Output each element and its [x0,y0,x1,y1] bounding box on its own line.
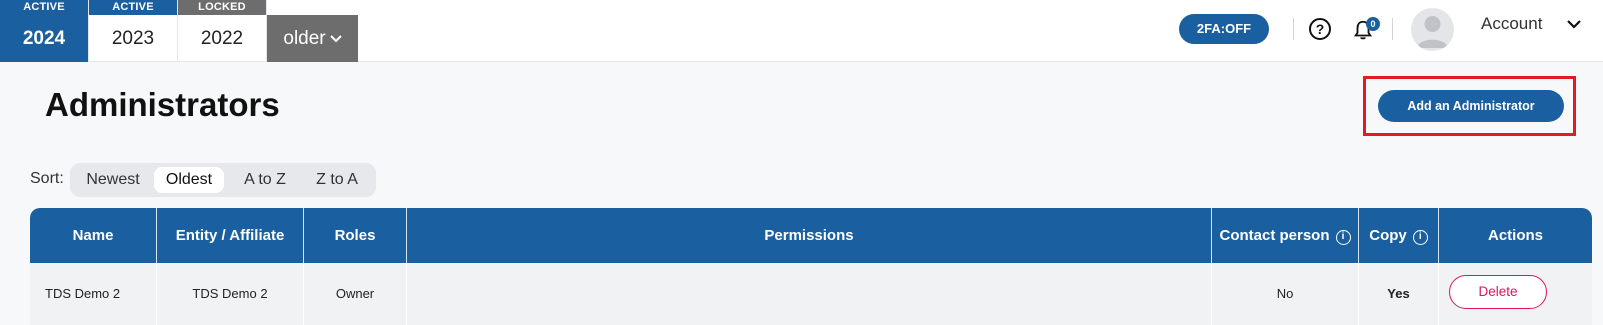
account-menu-label[interactable]: Account [1481,14,1542,34]
column-header-name: Name [30,208,157,263]
sort-a-to-z[interactable]: A to Z [230,167,300,193]
sort-newest[interactable]: Newest [74,167,152,193]
year-status: ACTIVE [0,0,88,15]
year-label: 2023 [111,28,155,49]
twofa-status-button[interactable]: 2FA:OFF [1179,14,1269,44]
year-label: 2022 [200,28,244,49]
table-header: Name Entity / Affiliate Roles Permission… [30,208,1592,263]
sort-oldest[interactable]: Oldest [154,167,224,193]
cell-name: TDS Demo 2 [30,263,157,325]
column-header-permissions: Permissions [407,208,1212,263]
sort-z-to-a[interactable]: Z to A [302,167,372,193]
question-circle-icon[interactable]: ? [1309,18,1331,40]
column-header-roles: Roles [304,208,407,263]
chevron-down-icon[interactable] [1567,16,1581,34]
info-icon[interactable]: i [1412,230,1428,245]
divider [1392,18,1393,40]
notifications-button[interactable]: 0 [1352,15,1382,43]
year-status: LOCKED [178,0,266,15]
cell-entity: TDS Demo 2 [157,263,304,325]
cell-permissions [407,263,1212,325]
column-header-copy: Copy i [1359,208,1439,263]
column-header-entity: Entity / Affiliate [157,208,304,263]
sort-label: Sort: [30,170,64,187]
cell-role: Owner [304,263,407,325]
table-row: TDS Demo 2 TDS Demo 2 Owner No Yes [30,263,1592,325]
page-title: Administrators [45,86,280,123]
divider [1293,18,1294,40]
year-tab-2023[interactable]: ACTIVE 2023 [89,0,178,62]
top-bar: ACTIVE 2024 ACTIVE 2023 LOCKED 2022 olde… [0,0,1603,62]
year-status: ACTIVE [89,0,177,15]
cell-contact-person: No [1212,263,1359,325]
administrators-table: Name Entity / Affiliate Roles Permission… [30,208,1592,325]
delete-button[interactable]: Delete [1449,275,1547,309]
cell-copy: Yes [1359,263,1439,325]
older-label: older [283,28,326,49]
info-icon[interactable]: i [1335,230,1351,245]
year-tab-2022[interactable]: LOCKED 2022 [178,0,267,62]
sort-options: Newest Oldest A to Z Z to A [70,163,376,197]
notification-count-badge: 0 [1366,17,1380,31]
year-tab-2024[interactable]: ACTIVE 2024 [0,0,89,62]
older-years-dropdown[interactable]: older [267,15,358,62]
column-header-actions: Actions [1487,227,1543,244]
year-label: 2024 [0,15,88,62]
add-administrator-button[interactable]: Add an Administrator [1378,90,1564,122]
column-header-contact-person: Contact person i [1212,208,1359,263]
chevron-down-icon [329,15,342,62]
user-avatar-icon[interactable] [1411,8,1454,51]
